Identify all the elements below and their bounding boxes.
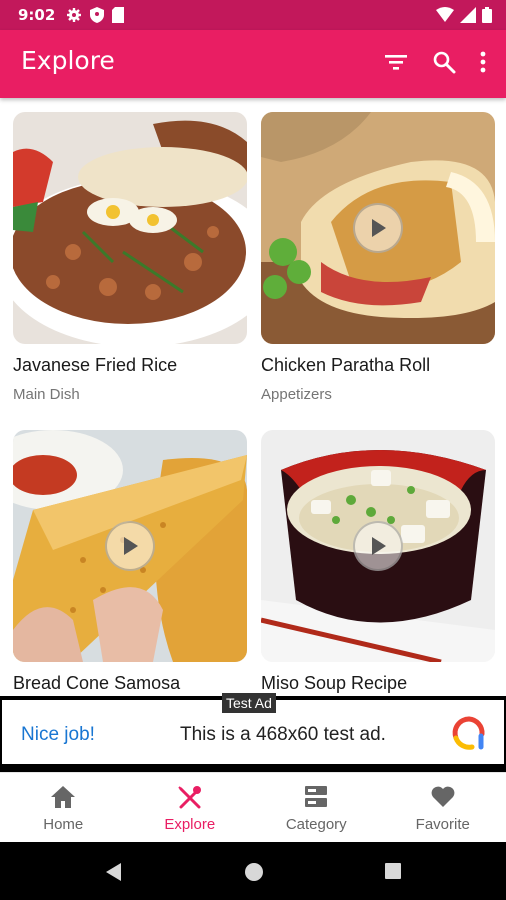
battery-icon (482, 7, 492, 27)
status-bar: 9:02 (0, 0, 506, 30)
recipe-image[interactable] (261, 430, 495, 662)
ad-banner[interactable]: Nice job! This is a 468x60 test ad. Test… (0, 693, 506, 772)
ad-cta-link[interactable]: Nice job! (21, 724, 95, 746)
recents-icon[interactable] (384, 862, 402, 884)
nav-item-favorite[interactable]: Favorite (380, 773, 506, 842)
play-video-button[interactable] (105, 521, 155, 571)
nav-item-explore[interactable]: Explore (127, 773, 254, 842)
wifi-icon (436, 7, 454, 27)
nav-label: Home (43, 816, 84, 833)
recipe-grid: Javanese Fried Rice Main Dish Chicken Pa… (0, 98, 506, 696)
test-ad-label: Test Ad (222, 693, 276, 713)
system-nav-bar (0, 842, 506, 900)
recipe-title: Miso Soup Recipe (261, 673, 408, 693)
nav-label: Category (285, 816, 347, 833)
app-bar: Explore (0, 30, 506, 98)
nav-item-category[interactable]: Category (253, 773, 380, 842)
recipe-image[interactable] (261, 112, 495, 344)
sd-card-icon (112, 7, 124, 27)
home-circle-icon[interactable] (244, 862, 264, 886)
recipe-card[interactable]: Miso Soup Recipe (261, 430, 495, 694)
heart-icon (430, 785, 456, 813)
nav-label: Explore (164, 816, 216, 833)
recipe-card[interactable]: Chicken Paratha Roll Appetizers (261, 112, 495, 403)
settings-gear-icon (66, 7, 82, 27)
recipe-title: Chicken Paratha Roll (261, 355, 431, 375)
bottom-nav: Home Explore Category Favorite (0, 772, 506, 842)
explore-utensils-icon (177, 785, 203, 813)
play-video-button[interactable] (353, 521, 403, 571)
recipe-image[interactable] (13, 112, 247, 344)
recipe-title: Bread Cone Samosa (13, 673, 181, 693)
filter-icon[interactable] (384, 52, 408, 72)
more-vert-icon[interactable] (480, 51, 486, 73)
play-video-button[interactable] (353, 203, 403, 253)
recipe-category: Main Dish (13, 386, 80, 403)
status-time: 9:02 (18, 6, 56, 24)
page-title: Explore (21, 46, 115, 75)
back-icon[interactable] (104, 862, 122, 886)
ad-logo-icon (452, 716, 486, 754)
nav-label: Favorite (415, 816, 470, 833)
search-icon[interactable] (432, 50, 456, 74)
shield-icon (90, 7, 104, 27)
recipe-image[interactable] (13, 430, 247, 662)
recipe-title: Javanese Fried Rice (13, 355, 178, 375)
signal-icon (460, 7, 476, 27)
recipe-category: Appetizers (261, 386, 332, 403)
recipe-card[interactable]: Javanese Fried Rice Main Dish (13, 112, 247, 403)
recipe-card[interactable]: Bread Cone Samosa (13, 430, 247, 694)
category-icon (303, 785, 329, 813)
ad-text: This is a 468x60 test ad. (180, 724, 386, 745)
nav-item-home[interactable]: Home (0, 773, 127, 842)
home-icon (50, 785, 76, 813)
